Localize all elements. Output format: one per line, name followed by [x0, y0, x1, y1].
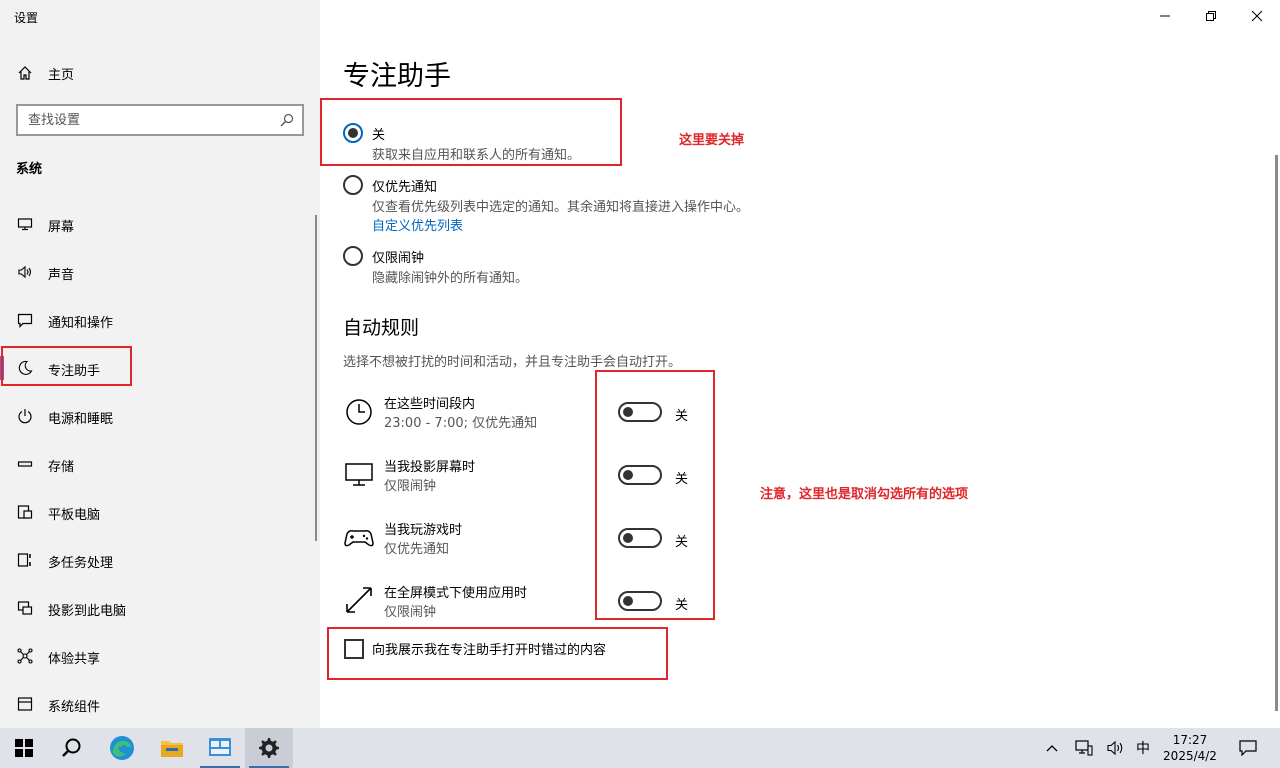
sidebar-item-system-components[interactable]: 系统组件 [0, 684, 316, 724]
monitor-icon [16, 215, 34, 233]
settings-taskbar-button[interactable] [245, 728, 293, 768]
speaker-icon [16, 263, 34, 281]
close-button[interactable] [1234, 0, 1280, 32]
monitor-icon [345, 463, 373, 486]
rule-gaming-sub[interactable]: 仅优先通知 [384, 538, 449, 557]
option-priority-label: 仅优先通知 [372, 180, 438, 195]
volume-button[interactable] [1104, 728, 1128, 768]
edge-button[interactable] [98, 728, 146, 768]
sidebar-item-label: 系统组件 [48, 700, 101, 715]
component-icon [16, 695, 34, 713]
annotation-box-off-option [320, 98, 622, 166]
sidebar-item-display[interactable]: 屏幕 [0, 204, 316, 244]
sidebar-item-label: 存储 [48, 460, 75, 475]
sidebar-item-shared-experiences[interactable]: 体验共享 [0, 636, 316, 676]
restore-button[interactable] [1188, 0, 1234, 32]
annotation-box-sidebar [1, 346, 132, 386]
storage-icon [16, 455, 34, 473]
annotation-box-toggles [595, 370, 715, 620]
volume-icon [1107, 740, 1123, 756]
search-icon[interactable] [280, 113, 294, 127]
sidebar-item-notifications[interactable]: 通知和操作 [0, 300, 316, 340]
clock[interactable]: 17:27 2025/4/2 [1160, 732, 1220, 764]
multitask-icon [16, 551, 34, 569]
search-input[interactable] [18, 106, 268, 134]
auto-rules-title: 自动规则 [343, 317, 420, 339]
clock-date: 2025/4/2 [1163, 749, 1217, 763]
rule-fullscreen-sub[interactable]: 仅限闹钟 [384, 601, 436, 620]
control-panel-button[interactable] [196, 728, 244, 768]
clock-time: 17:27 [1172, 733, 1208, 747]
folder-icon [161, 741, 183, 757]
fullscreen-icon [346, 587, 372, 613]
sidebar-item-power[interactable]: 电源和睡眠 [0, 396, 316, 436]
chevron-up-icon [1046, 745, 1058, 752]
sidebar-item-label: 投影到此电脑 [48, 604, 127, 619]
home-icon [16, 64, 34, 82]
option-alarms-label: 仅限闹钟 [372, 251, 425, 266]
minimize-icon [1160, 15, 1170, 17]
main-scrollbar[interactable] [1275, 155, 1278, 711]
sidebar-item-label: 屏幕 [48, 220, 75, 235]
customize-priority-link[interactable]: 自定义优先列表 [372, 215, 463, 234]
auto-rules-desc: 选择不想被打扰的时间和活动，并且专注助手会自动打开。 [343, 355, 682, 370]
project-icon [16, 599, 34, 617]
windows-logo-icon [15, 739, 33, 757]
rule-time-sub[interactable]: 23:00 - 7:00; 仅优先通知 [384, 412, 537, 431]
message-icon [16, 311, 34, 329]
radio-alarms-only[interactable] [343, 246, 363, 266]
share-icon [16, 647, 34, 665]
file-explorer-button[interactable] [148, 728, 196, 768]
minimize-button[interactable] [1142, 0, 1188, 32]
rule-projection-sub[interactable]: 仅限闹钟 [384, 475, 436, 494]
tablet-icon [16, 503, 34, 521]
sidebar-item-label: 通知和操作 [48, 316, 114, 331]
power-icon [16, 407, 34, 425]
gamepad-icon [344, 530, 374, 547]
rule-gaming-name: 当我玩游戏时 [384, 523, 463, 538]
sidebar-item-label: 平板电脑 [48, 508, 101, 523]
start-button[interactable] [0, 728, 48, 768]
show-hidden-icons-button[interactable] [1040, 728, 1064, 768]
search-icon [62, 738, 81, 757]
sidebar-section-title: 系统 [16, 162, 43, 177]
control-panel-icon [209, 738, 231, 756]
close-icon [1251, 10, 1263, 22]
sidebar-item-storage[interactable]: 存储 [0, 444, 316, 484]
sidebar-scrollbar[interactable] [315, 215, 317, 541]
gear-icon [259, 738, 279, 758]
notification-icon [1239, 740, 1257, 756]
search-box[interactable] [16, 104, 304, 136]
sidebar-item-home[interactable]: 主页 [0, 56, 320, 90]
network-button[interactable] [1072, 728, 1096, 768]
sidebar-item-tablet[interactable]: 平板电脑 [0, 492, 316, 532]
taskbar: 中 17:27 2025/4/2 [0, 728, 1280, 768]
search-taskbar-button[interactable] [48, 728, 96, 768]
rule-projection-name: 当我投影屏幕时 [384, 460, 476, 475]
network-icon [1075, 740, 1093, 756]
annotation-note-2: 注意，这里也是取消勾选所有的选项 [760, 487, 969, 502]
sidebar-item-label: 电源和睡眠 [48, 412, 114, 427]
radio-priority-only[interactable] [343, 175, 363, 195]
edge-icon [110, 736, 134, 760]
annotation-note-1: 这里要关掉 [679, 133, 745, 148]
option-priority-desc: 仅查看优先级列表中选定的通知。其余通知将直接进入操作中心。 [372, 200, 750, 215]
sidebar-item-project[interactable]: 投影到此电脑 [0, 588, 316, 628]
window-title: 设置 [14, 11, 39, 25]
page-title: 专注助手 [343, 61, 451, 92]
rule-fullscreen-name: 在全屏模式下使用应用时 [384, 586, 528, 601]
clock-icon [346, 399, 372, 425]
sidebar-item-label: 体验共享 [48, 652, 101, 667]
option-alarms-desc: 隐藏除闹钟外的所有通知。 [372, 271, 529, 286]
rule-time-name: 在这些时间段内 [384, 397, 476, 412]
restore-icon [1206, 11, 1216, 21]
annotation-box-checkbox [327, 627, 668, 680]
sidebar-item-sound[interactable]: 声音 [0, 252, 316, 292]
sidebar-item-label: 声音 [48, 268, 75, 283]
sidebar-home-label: 主页 [48, 67, 75, 83]
action-center-button[interactable] [1234, 728, 1262, 768]
sidebar-item-multitasking[interactable]: 多任务处理 [0, 540, 316, 580]
ime-indicator[interactable]: 中 [1132, 728, 1154, 768]
sidebar-item-label: 多任务处理 [48, 556, 114, 571]
